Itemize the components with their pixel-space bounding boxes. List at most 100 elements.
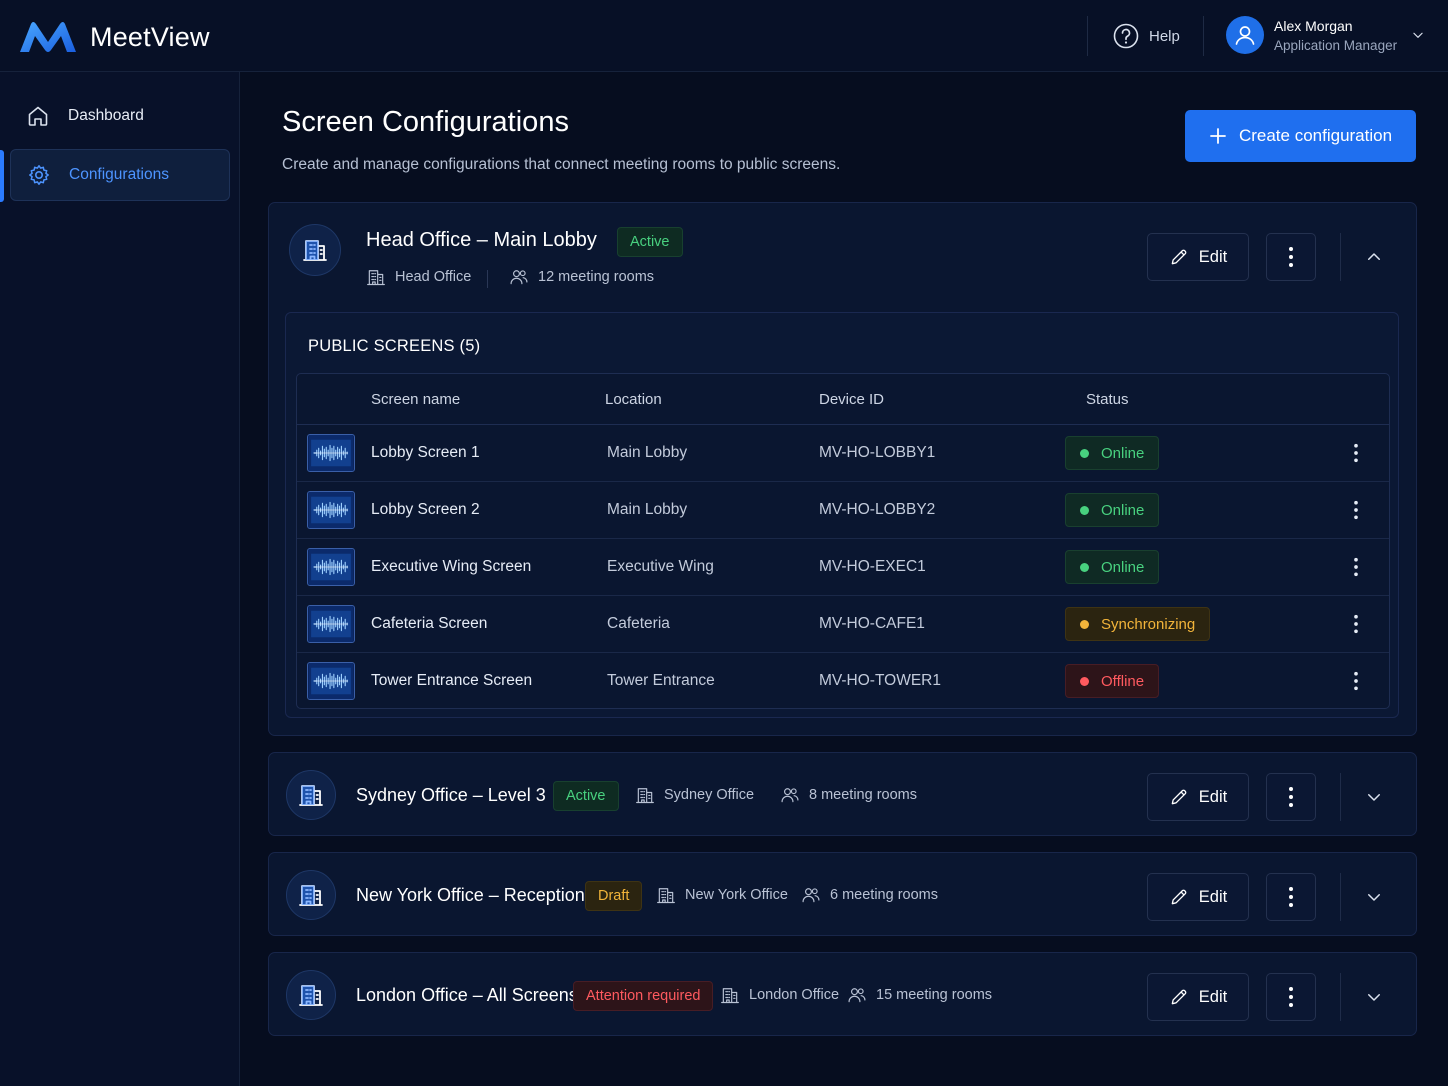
pencil-icon bbox=[1169, 787, 1189, 807]
edit-label: Edit bbox=[1198, 887, 1228, 906]
table-row[interactable]: Lobby Screen 1 Main Lobby MV-HO-LOBBY1 O… bbox=[297, 425, 1389, 482]
expand-button[interactable] bbox=[1359, 782, 1389, 812]
action-divider bbox=[1340, 873, 1341, 921]
edit-label: Edit bbox=[1198, 247, 1228, 266]
table-row[interactable]: Executive Wing Screen Executive Wing MV-… bbox=[297, 539, 1389, 596]
row-more-button[interactable] bbox=[1349, 612, 1363, 636]
screen-location: Tower Entrance bbox=[607, 672, 715, 689]
status-dot bbox=[1080, 676, 1089, 686]
home-icon bbox=[28, 106, 48, 126]
status-dot bbox=[1080, 562, 1089, 572]
more-options-button[interactable] bbox=[1266, 773, 1316, 821]
action-divider bbox=[1340, 973, 1341, 1021]
config-title: Head Office – Main Lobby bbox=[366, 229, 597, 251]
meetview-logo-icon bbox=[20, 22, 76, 52]
column-header-status: Status bbox=[1086, 391, 1129, 408]
edit-label: Edit bbox=[1198, 787, 1228, 806]
config-card-london: London Office – All Screens Attention re… bbox=[268, 952, 1417, 1036]
column-header-device-id: Device ID bbox=[819, 391, 885, 408]
user-name: Alex Morgan bbox=[1274, 17, 1353, 34]
status-label: Online bbox=[1101, 444, 1145, 462]
sidebar-item-dashboard[interactable]: Dashboard bbox=[10, 90, 230, 142]
config-title: New York Office – Reception bbox=[356, 885, 585, 905]
status-badge: Synchronizing bbox=[1065, 607, 1211, 641]
header-divider bbox=[1203, 16, 1204, 56]
screen-thumbnail bbox=[307, 662, 355, 700]
user-menu[interactable]: Alex Morgan Application Manager bbox=[1226, 16, 1425, 54]
more-options-button[interactable] bbox=[1266, 233, 1316, 281]
rooms-label: 15 meeting rooms bbox=[876, 987, 993, 1003]
sidebar-item-configurations[interactable]: Configurations bbox=[10, 149, 230, 201]
create-configuration-label: Create configuration bbox=[1238, 126, 1393, 145]
config-rooms: 12 meeting rooms bbox=[509, 267, 654, 287]
device-id: MV-HO-LOBBY2 bbox=[819, 501, 936, 518]
status-badge: Active bbox=[617, 227, 683, 257]
status-badge: Draft bbox=[585, 881, 643, 911]
more-options-button[interactable] bbox=[1266, 973, 1316, 1021]
edit-button[interactable]: Edit bbox=[1147, 873, 1249, 921]
config-title: London Office – All Screens bbox=[356, 985, 578, 1005]
expand-button[interactable] bbox=[1359, 982, 1389, 1012]
brand[interactable]: MeetView bbox=[18, 18, 210, 56]
config-icon bbox=[286, 770, 336, 820]
screen-location: Main Lobby bbox=[607, 444, 688, 461]
top-bar: MeetView Help Alex Morgan Application Ma… bbox=[0, 0, 1448, 72]
office-label: London Office bbox=[749, 987, 840, 1003]
config-icon bbox=[286, 970, 336, 1020]
active-nav-indicator bbox=[0, 150, 4, 202]
row-more-button[interactable] bbox=[1349, 669, 1363, 693]
screen-name: Tower Entrance Screen bbox=[371, 672, 533, 689]
more-vertical-icon bbox=[1288, 786, 1294, 808]
public-screens-table: Screen name Location Device ID Status Lo… bbox=[296, 373, 1390, 709]
plus-icon bbox=[1210, 128, 1226, 144]
action-divider bbox=[1340, 773, 1341, 821]
office-label: Sydney Office bbox=[664, 787, 755, 803]
status-label: Online bbox=[1101, 501, 1145, 519]
status-dot bbox=[1080, 448, 1089, 458]
more-options-button[interactable] bbox=[1266, 873, 1316, 921]
more-vertical-icon bbox=[1353, 500, 1359, 520]
user-role: Application Manager bbox=[1274, 37, 1398, 53]
screen-preview-icon bbox=[308, 663, 354, 699]
more-vertical-icon bbox=[1288, 986, 1294, 1008]
screen-location: Executive Wing bbox=[607, 558, 714, 575]
table-row[interactable]: Lobby Screen 2 Main Lobby MV-HO-LOBBY2 O… bbox=[297, 482, 1389, 539]
row-more-button[interactable] bbox=[1349, 441, 1363, 465]
collapse-button[interactable] bbox=[1359, 242, 1389, 272]
screen-preview-icon bbox=[308, 549, 354, 585]
screen-name: Lobby Screen 1 bbox=[371, 444, 480, 461]
edit-button[interactable]: Edit bbox=[1147, 773, 1249, 821]
config-office: Head Office bbox=[366, 267, 471, 287]
device-id: MV-HO-EXEC1 bbox=[819, 558, 926, 575]
meta-divider bbox=[487, 270, 488, 288]
create-configuration-button[interactable]: Create configuration bbox=[1185, 110, 1416, 162]
help-icon bbox=[1113, 23, 1139, 49]
help-button[interactable]: Help bbox=[1112, 22, 1180, 50]
config-card-new-york: New York Office – Reception Draft New Yo… bbox=[268, 852, 1417, 936]
device-id: MV-HO-CAFE1 bbox=[819, 615, 925, 632]
config-rooms: 6 meeting rooms bbox=[801, 885, 938, 905]
building-icon bbox=[297, 881, 325, 909]
action-divider bbox=[1340, 233, 1341, 281]
table-row[interactable]: Tower Entrance Screen Tower Entrance MV-… bbox=[297, 653, 1390, 708]
gear-icon bbox=[29, 165, 49, 185]
more-vertical-icon bbox=[1353, 443, 1359, 463]
building-icon bbox=[720, 985, 740, 1005]
column-header-location: Location bbox=[605, 391, 662, 408]
expand-button[interactable] bbox=[1359, 882, 1389, 912]
chevron-down-icon bbox=[1411, 28, 1425, 42]
edit-button[interactable]: Edit bbox=[1147, 233, 1249, 281]
more-vertical-icon bbox=[1353, 614, 1359, 634]
column-header-screen-name: Screen name bbox=[371, 391, 461, 408]
building-icon bbox=[301, 236, 329, 264]
row-more-button[interactable] bbox=[1349, 555, 1363, 579]
screen-thumbnail bbox=[307, 605, 355, 643]
config-icon bbox=[286, 870, 336, 920]
page-title: Screen Configurations bbox=[282, 106, 569, 138]
config-icon bbox=[289, 224, 341, 276]
public-screens-panel: PUBLIC SCREENS (5) Screen name Location … bbox=[285, 312, 1399, 718]
row-more-button[interactable] bbox=[1349, 498, 1363, 522]
edit-button[interactable]: Edit bbox=[1147, 973, 1249, 1021]
table-row[interactable]: Cafeteria Screen Cafeteria MV-HO-CAFE1 S… bbox=[297, 596, 1389, 653]
more-vertical-icon bbox=[1353, 671, 1359, 691]
